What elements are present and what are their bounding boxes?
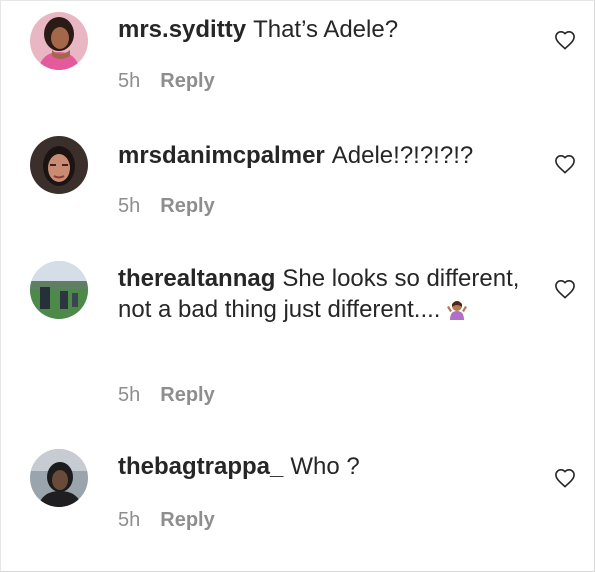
comment-meta: 5h Reply (118, 509, 215, 532)
comment-meta: 5h Reply (118, 70, 215, 93)
comment-message: Who ? (290, 453, 360, 480)
comment-time[interactable]: 5h (118, 384, 140, 406)
reply-button[interactable]: Reply (160, 384, 214, 406)
reply-button[interactable]: Reply (160, 509, 214, 531)
heart-outline-icon[interactable] (554, 154, 576, 174)
comment-username[interactable]: thebagtrappa_ (118, 453, 283, 480)
comment-text: mrs.syditty That’s Adele? (118, 14, 528, 45)
shrug-emoji-icon (446, 297, 468, 320)
avatar[interactable] (30, 449, 88, 507)
comment-message: Adele!?!?!?!? (331, 142, 474, 169)
heart-outline-icon[interactable] (554, 279, 576, 299)
comment-meta: 5h Reply (118, 384, 215, 407)
comment-text: therealtannag She looks so different, not… (118, 263, 528, 325)
comment-time[interactable]: 5h (118, 509, 140, 531)
reply-button[interactable]: Reply (160, 195, 214, 217)
reply-button[interactable]: Reply (160, 70, 214, 92)
comment-text: thebagtrappa_ Who ? (118, 451, 528, 482)
comment-username[interactable]: therealtannag (118, 265, 275, 292)
comment-time[interactable]: 5h (118, 195, 140, 217)
comment-username[interactable]: mrs.syditty (118, 16, 246, 43)
comment-time[interactable]: 5h (118, 70, 140, 92)
avatar[interactable] (30, 12, 88, 70)
comment-username[interactable]: mrsdanimcpalmer (118, 142, 325, 169)
heart-outline-icon[interactable] (554, 468, 576, 488)
comment-text: mrsdanimcpalmer Adele!?!?!?!? (118, 140, 528, 171)
avatar[interactable] (30, 136, 88, 194)
heart-outline-icon[interactable] (554, 30, 576, 50)
comment-meta: 5h Reply (118, 195, 215, 218)
comment-message: That’s Adele? (253, 16, 399, 43)
avatar[interactable] (30, 261, 88, 319)
